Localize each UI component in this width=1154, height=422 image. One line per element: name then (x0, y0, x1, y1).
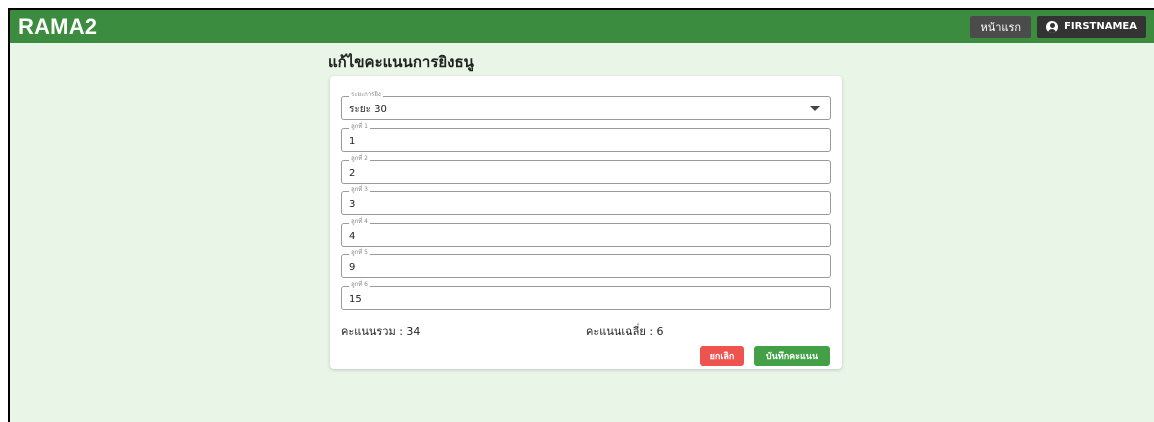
arrow-6-field[interactable]: ลูกที่ 6 15 (341, 281, 831, 310)
arrow-2-value[interactable]: 2 (349, 168, 789, 180)
distance-value: ระยะ 30 (349, 104, 387, 115)
distance-select[interactable]: ระยะการยิง ระยะ 30 (341, 91, 831, 120)
score-form-card: ระยะการยิง ระยะ 30 ลูกที่ 1 1 ลูกที่ 2 2… (330, 76, 842, 369)
average-score-text: คะแนนเฉลี่ย : 6 (586, 325, 664, 338)
save-score-button[interactable]: บันทึกคะแนน (754, 346, 830, 366)
cancel-button[interactable]: ยกเลิก (700, 346, 744, 366)
distance-label: ระยะการยิง (349, 91, 383, 99)
arrow-6-label: ลูกที่ 6 (349, 281, 370, 289)
arrow-3-field[interactable]: ลูกที่ 3 3 (341, 186, 831, 215)
user-name-label: FIRSTNAMEA (1064, 21, 1137, 32)
arrow-1-label: ลูกที่ 1 (349, 123, 370, 131)
arrow-1-value[interactable]: 1 (349, 136, 789, 148)
arrow-4-field[interactable]: ลูกที่ 4 4 (341, 218, 831, 247)
arrow-2-label: ลูกที่ 2 (349, 155, 370, 163)
page-title: แก้ไขคะแนนการยิงธนู (328, 53, 474, 71)
arrow-6-value[interactable]: 15 (349, 294, 789, 306)
home-button[interactable]: หน้าแรก (970, 15, 1032, 38)
app-frame: RAMA2 หน้าแรก FIRSTNAMEA แก้ไขคะแนนการยิ… (8, 8, 1154, 422)
arrow-5-field[interactable]: ลูกที่ 5 9 (341, 249, 831, 278)
account-circle-icon (1046, 20, 1059, 33)
arrow-3-value[interactable]: 3 (349, 199, 789, 211)
arrow-4-label: ลูกที่ 4 (349, 218, 370, 226)
arrow-5-value[interactable]: 9 (349, 262, 789, 274)
app-logo[interactable]: RAMA2 (18, 14, 97, 40)
arrow-1-field[interactable]: ลูกที่ 1 1 (341, 123, 831, 152)
arrow-2-field[interactable]: ลูกที่ 2 2 (341, 155, 831, 184)
arrow-4-value[interactable]: 4 (349, 231, 789, 243)
total-score-text: คะแนนรวม : 34 (341, 325, 421, 338)
user-menu-button[interactable]: FIRSTNAMEA (1037, 15, 1146, 38)
arrow-5-label: ลูกที่ 5 (349, 249, 370, 257)
app-bar: RAMA2 หน้าแรก FIRSTNAMEA (10, 10, 1154, 43)
arrow-3-label: ลูกที่ 3 (349, 186, 370, 194)
caret-down-icon[interactable] (810, 106, 820, 111)
